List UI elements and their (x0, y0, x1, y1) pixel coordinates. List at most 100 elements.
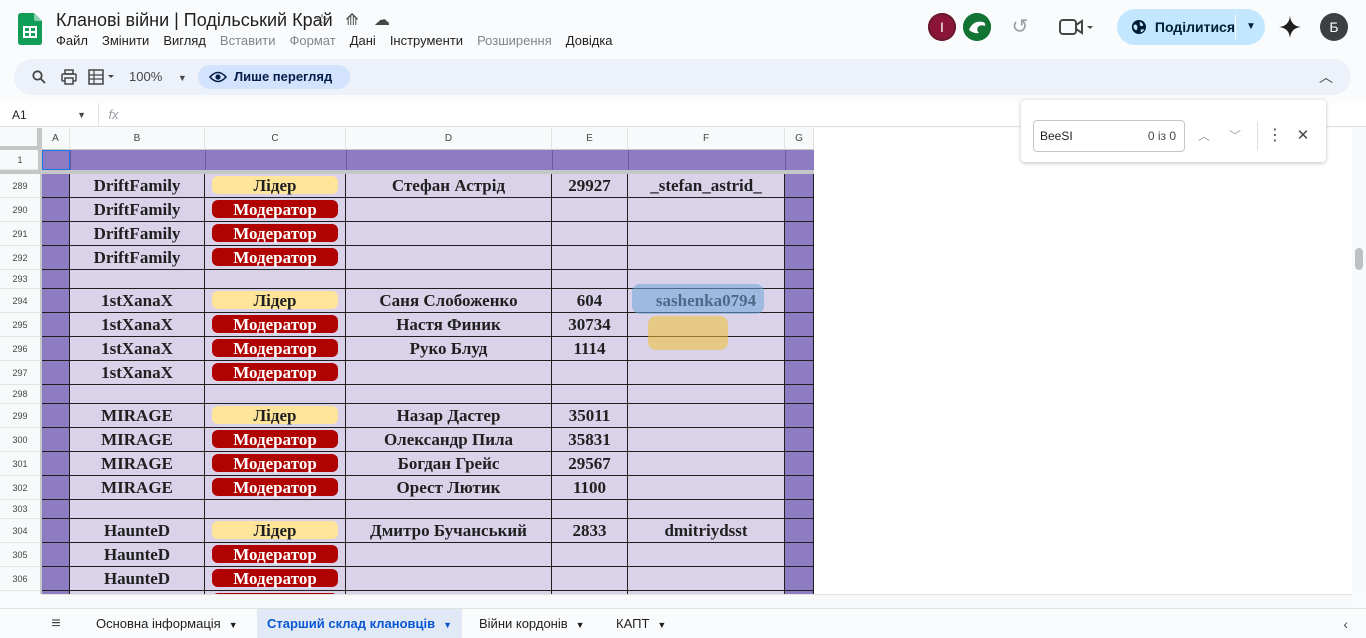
star-icon[interactable]: ☆ (312, 11, 332, 31)
close-icon[interactable]: ✕ (1291, 124, 1315, 148)
row-header[interactable]: 303 (0, 500, 41, 519)
border-cell[interactable] (42, 476, 70, 500)
cell-contact[interactable] (628, 246, 785, 270)
spreadsheet-grid[interactable]: A B C D E F G 1 289 DriftFamily Лідер Стефан Астрід… (0, 128, 1366, 594)
search-icon[interactable] (32, 59, 46, 95)
row-header[interactable]: 292 (0, 246, 41, 270)
border-cell[interactable] (42, 543, 70, 567)
horizontal-scrollbar[interactable] (41, 594, 1352, 608)
row-header[interactable]: 306 (0, 567, 41, 591)
cell-role[interactable]: Модератор (205, 337, 346, 361)
row-header[interactable]: 295 (0, 313, 41, 337)
border-cell[interactable] (785, 246, 814, 270)
border-cell[interactable] (42, 246, 70, 270)
cell-clan[interactable]: HaunteD (70, 567, 205, 591)
column-header-d[interactable]: D (346, 128, 552, 150)
cell-clan[interactable]: HaunteD (70, 543, 205, 567)
border-cell[interactable] (785, 543, 814, 567)
cell-role[interactable]: Лідер (205, 519, 346, 543)
leader-chip[interactable]: Лідер (212, 176, 338, 195)
border-cell[interactable] (42, 567, 70, 591)
cell-id[interactable] (552, 543, 628, 567)
row-header[interactable]: 298 (0, 385, 41, 404)
moderator-chip[interactable]: Модератор (212, 478, 338, 497)
menu-item[interactable]: Вигляд (163, 33, 213, 48)
document-title[interactable]: Кланові війни | Подільський Край (56, 10, 333, 31)
sheet-tab[interactable]: Старший склад клановців ▼ (257, 609, 463, 638)
sheet-tab[interactable]: Війни кордонів ▼ (469, 609, 595, 638)
border-cell[interactable] (785, 270, 814, 289)
move-to-drive-icon[interactable]: ⟰ (342, 11, 362, 31)
cell-contact[interactable] (628, 361, 785, 385)
cell-id[interactable]: 35011 (552, 404, 628, 428)
menu-item[interactable]: Інструменти (390, 33, 470, 48)
row-header[interactable]: 290 (0, 198, 41, 222)
border-cell[interactable] (785, 428, 814, 452)
border-cell[interactable] (785, 337, 814, 361)
sheet-tab[interactable]: КАПТ ▼ (606, 609, 676, 638)
menu-item[interactable]: Файл (56, 33, 95, 48)
column-header-a[interactable]: A (42, 128, 70, 150)
row-header[interactable]: 299 (0, 404, 41, 428)
cell-id[interactable]: 604 (552, 289, 628, 313)
moderator-chip[interactable]: Модератор (212, 545, 338, 564)
cell-name[interactable] (346, 567, 552, 591)
cell-contact[interactable] (628, 452, 785, 476)
cell-name[interactable]: Руко Блуд (346, 337, 552, 361)
cell-contact[interactable] (628, 476, 785, 500)
border-cell[interactable] (785, 404, 814, 428)
row-header[interactable]: 307 (0, 591, 41, 594)
border-cell[interactable] (785, 385, 814, 404)
menu-item[interactable]: Довідка (566, 33, 620, 48)
select-all-corner[interactable] (0, 128, 41, 150)
cell-contact[interactable] (628, 567, 785, 591)
account-avatar[interactable]: Б (1320, 13, 1348, 41)
cell-id[interactable]: 29567 (552, 452, 628, 476)
cell-clan[interactable]: DriftFamily (70, 198, 205, 222)
menu-item[interactable]: Змінити (102, 33, 156, 48)
cell-role[interactable]: Модератор (205, 222, 346, 246)
cell-role[interactable] (205, 270, 346, 289)
row-header[interactable]: 289 (0, 174, 41, 198)
border-cell[interactable] (42, 289, 70, 313)
scroll-tabs-left-icon[interactable]: ‹ (1343, 609, 1348, 638)
cell-clan[interactable]: MIRAGE (70, 428, 205, 452)
cell-name[interactable] (346, 222, 552, 246)
more-options-icon[interactable]: ⋮ (1263, 124, 1287, 148)
row-header[interactable]: 300 (0, 428, 41, 452)
moderator-chip[interactable]: Модератор (212, 315, 338, 334)
cell-name[interactable]: Стефан Астрід (346, 174, 552, 198)
cell-role[interactable]: Модератор (205, 567, 346, 591)
cell-id[interactable] (552, 500, 628, 519)
zoom-select[interactable]: 100% ▼ (129, 59, 187, 95)
cell-role[interactable] (205, 385, 346, 404)
border-cell[interactable] (42, 174, 70, 198)
find-previous-icon[interactable]: ︿ (1192, 124, 1216, 148)
vertical-scroll-thumb[interactable] (1355, 248, 1363, 270)
cell-id[interactable] (552, 361, 628, 385)
cell-role[interactable]: Модератор (205, 428, 346, 452)
cell-contact[interactable] (628, 404, 785, 428)
cell-role[interactable]: Модератор (205, 246, 346, 270)
cell-name[interactable] (346, 500, 552, 519)
cell-contact[interactable] (628, 198, 785, 222)
cell-role[interactable]: Модератор (205, 361, 346, 385)
menu-item[interactable]: Дані (350, 33, 383, 48)
column-header-e[interactable]: E (552, 128, 628, 150)
cell-name[interactable]: Дмитро Бучанський (346, 519, 552, 543)
cell-role[interactable] (205, 500, 346, 519)
share-main[interactable]: Поділитися (1117, 9, 1235, 45)
border-cell[interactable] (785, 222, 814, 246)
leader-chip[interactable]: Лідер (212, 406, 338, 425)
row-header[interactable]: 291 (0, 222, 41, 246)
column-header-b[interactable]: B (70, 128, 205, 150)
cell-id[interactable] (552, 198, 628, 222)
border-cell[interactable] (42, 198, 70, 222)
menu-item[interactable]: Формат (290, 33, 343, 48)
border-cell[interactable] (42, 428, 70, 452)
border-cell[interactable] (785, 452, 814, 476)
print-icon[interactable] (61, 59, 77, 95)
row-header[interactable]: 302 (0, 476, 41, 500)
border-cell[interactable] (42, 500, 70, 519)
cell-id[interactable] (552, 567, 628, 591)
